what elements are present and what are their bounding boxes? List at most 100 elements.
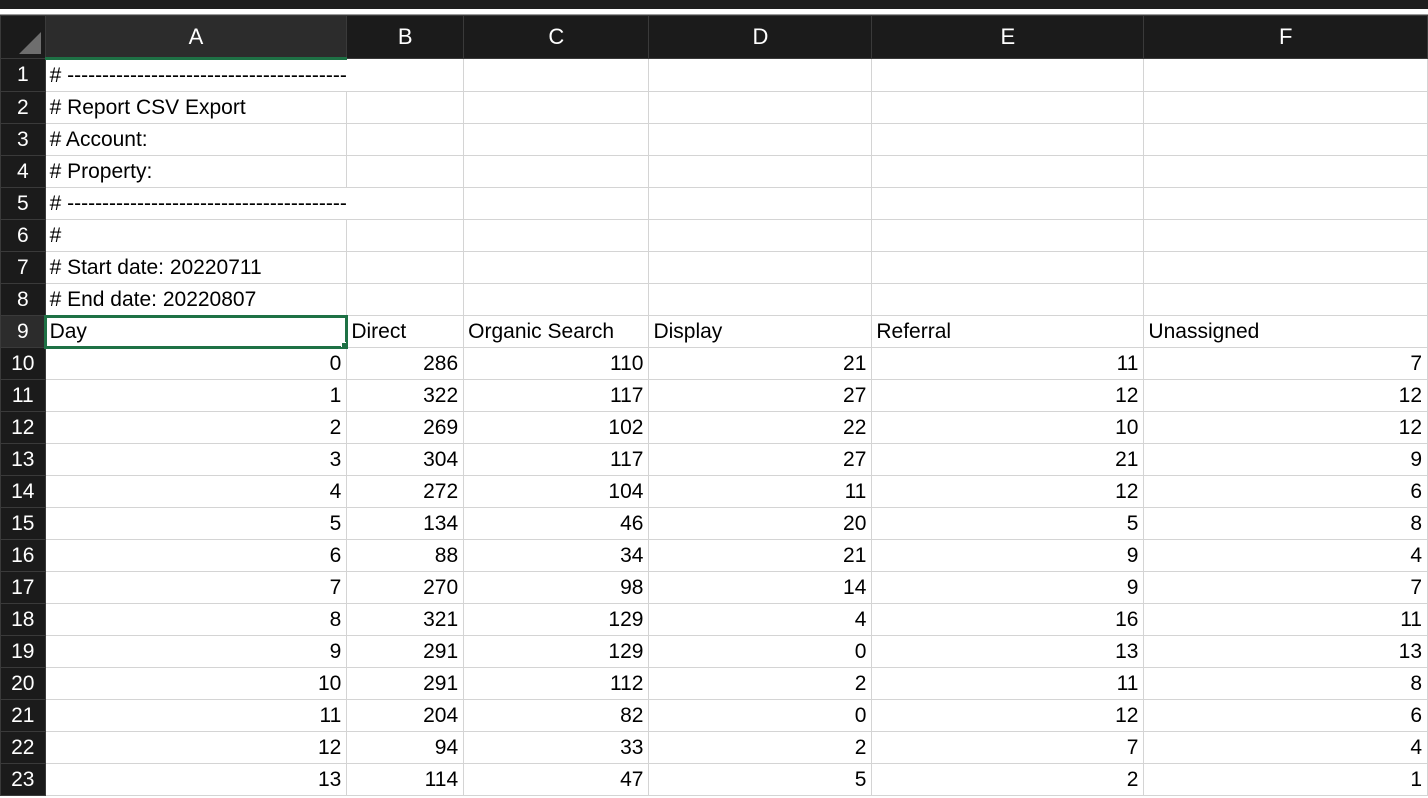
empty-cell[interactable] (463, 58, 650, 92)
data-cell[interactable]: 12 (871, 475, 1145, 508)
empty-cell[interactable] (871, 187, 1145, 220)
empty-cell[interactable] (871, 283, 1145, 316)
empty-cell[interactable] (871, 58, 1145, 92)
data-cell[interactable]: 10 (44, 667, 348, 700)
column-header-b[interactable]: B (346, 15, 465, 59)
data-cell[interactable]: 5 (871, 507, 1145, 540)
row-header[interactable]: 3 (0, 123, 46, 156)
data-cell[interactable]: 5 (648, 763, 873, 796)
empty-cell[interactable] (871, 91, 1145, 124)
header-cell[interactable]: Organic Search (463, 315, 650, 348)
row-header[interactable]: 8 (0, 283, 46, 316)
data-cell[interactable]: 21 (648, 539, 873, 572)
header-cell[interactable]: Referral (871, 315, 1145, 348)
data-cell[interactable]: 82 (463, 699, 650, 732)
row-header[interactable]: 4 (0, 155, 46, 188)
select-all-corner[interactable] (0, 15, 46, 59)
row-header[interactable]: 10 (0, 347, 46, 380)
empty-cell[interactable] (346, 283, 465, 316)
empty-cell[interactable] (648, 187, 873, 220)
data-cell[interactable]: 0 (648, 635, 873, 668)
data-cell[interactable]: 94 (346, 731, 465, 764)
data-cell[interactable]: 112 (463, 667, 650, 700)
data-cell[interactable]: 2 (648, 667, 873, 700)
row-header[interactable]: 12 (0, 411, 46, 444)
data-cell[interactable]: 46 (463, 507, 650, 540)
data-cell[interactable]: 2 (648, 731, 873, 764)
metadata-cell[interactable]: # --------------------------------------… (44, 187, 347, 220)
data-cell[interactable]: 134 (346, 507, 465, 540)
data-cell[interactable]: 27 (648, 379, 873, 412)
data-cell[interactable]: 286 (346, 347, 465, 380)
data-cell[interactable]: 21 (871, 443, 1145, 476)
row-header[interactable]: 23 (0, 763, 46, 796)
column-header-a[interactable]: A (44, 15, 348, 60)
data-cell[interactable]: 14 (648, 571, 873, 604)
row-header[interactable]: 15 (0, 507, 46, 540)
metadata-cell[interactable]: # Report CSV Export (44, 91, 348, 124)
empty-cell[interactable] (648, 155, 873, 188)
header-cell[interactable]: Direct (346, 315, 465, 348)
column-header-f[interactable]: F (1143, 15, 1428, 59)
empty-cell[interactable] (346, 123, 465, 156)
data-cell[interactable]: 2 (871, 763, 1145, 796)
data-cell[interactable]: 7 (1143, 571, 1428, 604)
data-cell[interactable]: 20 (648, 507, 873, 540)
data-cell[interactable]: 11 (648, 475, 873, 508)
data-cell[interactable]: 27 (648, 443, 873, 476)
empty-cell[interactable] (463, 219, 650, 252)
data-cell[interactable]: 7 (871, 731, 1145, 764)
data-cell[interactable]: 1 (1143, 763, 1428, 796)
data-cell[interactable]: 0 (648, 699, 873, 732)
data-cell[interactable]: 7 (1143, 347, 1428, 380)
empty-cell[interactable] (1143, 91, 1428, 124)
row-header[interactable]: 14 (0, 475, 46, 508)
empty-cell[interactable] (871, 155, 1145, 188)
row-header[interactable]: 9 (0, 315, 46, 348)
data-cell[interactable]: 117 (463, 379, 650, 412)
empty-cell[interactable] (346, 155, 465, 188)
data-cell[interactable]: 12 (871, 699, 1145, 732)
metadata-cell[interactable]: # (44, 219, 348, 252)
empty-cell[interactable] (346, 91, 465, 124)
column-header-d[interactable]: D (648, 15, 873, 59)
header-cell[interactable]: Display (648, 315, 873, 348)
data-cell[interactable]: 7 (44, 571, 348, 604)
metadata-cell[interactable]: # End date: 20220807 (44, 283, 348, 316)
fill-handle[interactable] (341, 342, 346, 347)
row-header[interactable]: 7 (0, 251, 46, 284)
data-cell[interactable]: 4 (1143, 731, 1428, 764)
empty-cell[interactable] (463, 123, 650, 156)
empty-cell[interactable] (1143, 283, 1428, 316)
empty-cell[interactable] (871, 251, 1145, 284)
data-cell[interactable]: 129 (463, 635, 650, 668)
data-cell[interactable]: 21 (648, 347, 873, 380)
data-cell[interactable]: 12 (871, 379, 1145, 412)
data-cell[interactable]: 16 (871, 603, 1145, 636)
row-header[interactable]: 11 (0, 379, 46, 412)
empty-cell[interactable] (346, 58, 465, 92)
empty-cell[interactable] (346, 187, 465, 220)
data-cell[interactable]: 4 (44, 475, 348, 508)
data-cell[interactable]: 11 (1143, 603, 1428, 636)
data-cell[interactable]: 4 (1143, 539, 1428, 572)
data-cell[interactable]: 270 (346, 571, 465, 604)
data-cell[interactable]: 13 (871, 635, 1145, 668)
metadata-cell[interactable]: # --------------------------------------… (44, 58, 347, 92)
data-cell[interactable]: 8 (44, 603, 348, 636)
data-cell[interactable]: 5 (44, 507, 348, 540)
empty-cell[interactable] (463, 187, 650, 220)
row-header[interactable]: 16 (0, 539, 46, 572)
empty-cell[interactable] (463, 251, 650, 284)
empty-cell[interactable] (1143, 155, 1428, 188)
empty-cell[interactable] (463, 283, 650, 316)
data-cell[interactable]: 9 (871, 571, 1145, 604)
data-cell[interactable]: 9 (44, 635, 348, 668)
data-cell[interactable]: 110 (463, 347, 650, 380)
active-cell[interactable]: Day (44, 314, 348, 349)
data-cell[interactable]: 12 (1143, 411, 1428, 444)
row-header[interactable]: 21 (0, 699, 46, 732)
row-header[interactable]: 6 (0, 219, 46, 252)
data-cell[interactable]: 8 (1143, 507, 1428, 540)
data-cell[interactable]: 269 (346, 411, 465, 444)
